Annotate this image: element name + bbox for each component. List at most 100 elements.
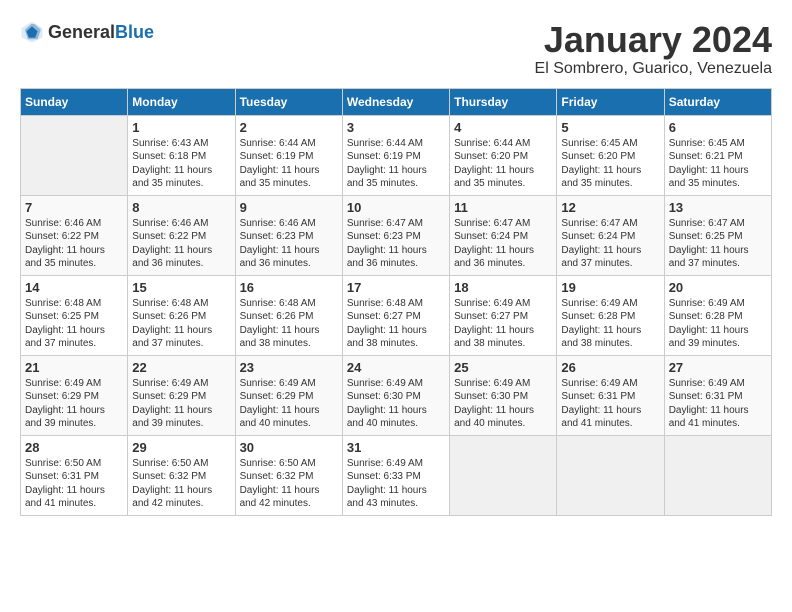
day-number: 29	[132, 440, 230, 455]
weekday-header-wednesday: Wednesday	[342, 88, 449, 115]
weekday-header-saturday: Saturday	[664, 88, 771, 115]
calendar-cell: 22Sunrise: 6:49 AM Sunset: 6:29 PM Dayli…	[128, 355, 235, 435]
calendar-cell: 10 Sunrise: 6:47 AM Sunset: 6:23 PM Dayli…	[342, 195, 449, 275]
day-info: Sunrise: 6:47 AM Sunset: 6:25 PM Dayligh…	[669, 217, 767, 271]
day-number: 25	[454, 360, 552, 375]
day-info: Sunrise: 6:50 AM Sunset: 6:32 PM Dayligh…	[240, 457, 338, 511]
calendar-cell: 16 Sunrise: 6:48 AM Sunset: 6:26 PM Dayli…	[235, 275, 342, 355]
day-info: Sunrise: 6:44 AM Sunset: 6:19 PM Dayligh…	[347, 137, 445, 191]
weekday-header-row: SundayMondayTuesdayWednesdayThursdayFrid…	[21, 88, 772, 115]
day-number: 11	[454, 200, 552, 215]
calendar-cell: 2 Sunrise: 6:44 AM Sunset: 6:19 PM Daylig…	[235, 115, 342, 195]
day-number: 6	[669, 120, 767, 135]
day-number: 30	[240, 440, 338, 455]
day-number: 22	[132, 360, 230, 375]
day-number: 24	[347, 360, 445, 375]
logo-general-text: General	[48, 23, 115, 41]
day-info: Sunrise: 6:48 AM Sunset: 6:26 PM Dayligh…	[132, 297, 230, 351]
day-number: 27	[669, 360, 767, 375]
day-number: 19	[561, 280, 659, 295]
day-number: 3	[347, 120, 445, 135]
day-number: 1	[132, 120, 230, 135]
day-number: 8	[132, 200, 230, 215]
calendar-cell: 29 Sunrise: 6:50 AM Sunset: 6:32 PM Dayli…	[128, 435, 235, 515]
day-info: Sunrise: 6:49 AM Sunset: 6:28 PM Dayligh…	[669, 297, 767, 351]
calendar-cell: 18Sunrise: 6:49 AM Sunset: 6:27 PM Dayli…	[450, 275, 557, 355]
day-number: 31	[347, 440, 445, 455]
day-number: 15	[132, 280, 230, 295]
calendar-cell: 25 Sunrise: 6:49 AM Sunset: 6:30 PM Dayli…	[450, 355, 557, 435]
day-number: 4	[454, 120, 552, 135]
calendar-cell: 3 Sunrise: 6:44 AM Sunset: 6:19 PM Daylig…	[342, 115, 449, 195]
day-info: Sunrise: 6:48 AM Sunset: 6:26 PM Dayligh…	[240, 297, 338, 351]
title-block: January 2024 El Sombrero, Guarico, Venez…	[535, 20, 772, 78]
logo: GeneralBlue	[20, 20, 154, 44]
day-info: Sunrise: 6:48 AM Sunset: 6:25 PM Dayligh…	[25, 297, 123, 351]
day-info: Sunrise: 6:43 AM Sunset: 6:18 PM Dayligh…	[132, 137, 230, 191]
calendar-week-row: 7Sunrise: 6:46 AM Sunset: 6:22 PM Daylig…	[21, 195, 772, 275]
day-number: 21	[25, 360, 123, 375]
calendar-cell	[21, 115, 128, 195]
day-number: 16	[240, 280, 338, 295]
calendar-cell: 1 Sunrise: 6:43 AM Sunset: 6:18 PM Daylig…	[128, 115, 235, 195]
day-info: Sunrise: 6:50 AM Sunset: 6:31 PM Dayligh…	[25, 457, 123, 511]
weekday-header-friday: Friday	[557, 88, 664, 115]
day-number: 10	[347, 200, 445, 215]
calendar-cell: 5Sunrise: 6:45 AM Sunset: 6:20 PM Daylig…	[557, 115, 664, 195]
day-info: Sunrise: 6:47 AM Sunset: 6:24 PM Dayligh…	[561, 217, 659, 271]
logo-blue-text: Blue	[115, 23, 154, 41]
page-header: GeneralBlue January 2024 El Sombrero, Gu…	[20, 20, 772, 78]
day-number: 26	[561, 360, 659, 375]
calendar-cell: 4 Sunrise: 6:44 AM Sunset: 6:20 PM Daylig…	[450, 115, 557, 195]
day-info: Sunrise: 6:49 AM Sunset: 6:31 PM Dayligh…	[561, 377, 659, 431]
calendar-week-row: 21 Sunrise: 6:49 AM Sunset: 6:29 PM Dayli…	[21, 355, 772, 435]
calendar-cell: 30 Sunrise: 6:50 AM Sunset: 6:32 PM Dayli…	[235, 435, 342, 515]
calendar-cell: 27Sunrise: 6:49 AM Sunset: 6:31 PM Dayli…	[664, 355, 771, 435]
calendar-cell: 12 Sunrise: 6:47 AM Sunset: 6:24 PM Dayli…	[557, 195, 664, 275]
calendar-body: 1 Sunrise: 6:43 AM Sunset: 6:18 PM Daylig…	[21, 115, 772, 515]
day-info: Sunrise: 6:44 AM Sunset: 6:19 PM Dayligh…	[240, 137, 338, 191]
day-number: 13	[669, 200, 767, 215]
day-info: Sunrise: 6:45 AM Sunset: 6:20 PM Dayligh…	[561, 137, 659, 191]
calendar-cell: 11 Sunrise: 6:47 AM Sunset: 6:24 PM Dayli…	[450, 195, 557, 275]
day-number: 2	[240, 120, 338, 135]
calendar-cell: 7Sunrise: 6:46 AM Sunset: 6:22 PM Daylig…	[21, 195, 128, 275]
calendar-cell: 24 Sunrise: 6:49 AM Sunset: 6:30 PM Dayli…	[342, 355, 449, 435]
day-info: Sunrise: 6:48 AM Sunset: 6:27 PM Dayligh…	[347, 297, 445, 351]
month-title: January 2024	[535, 20, 772, 60]
day-info: Sunrise: 6:45 AM Sunset: 6:21 PM Dayligh…	[669, 137, 767, 191]
calendar-cell: 21 Sunrise: 6:49 AM Sunset: 6:29 PM Dayli…	[21, 355, 128, 435]
day-info: Sunrise: 6:49 AM Sunset: 6:29 PM Dayligh…	[25, 377, 123, 431]
weekday-header-sunday: Sunday	[21, 88, 128, 115]
day-info: Sunrise: 6:49 AM Sunset: 6:30 PM Dayligh…	[454, 377, 552, 431]
calendar-week-row: 14 Sunrise: 6:48 AM Sunset: 6:25 PM Dayli…	[21, 275, 772, 355]
location-text: El Sombrero, Guarico, Venezuela	[535, 60, 772, 78]
calendar-cell: 20Sunrise: 6:49 AM Sunset: 6:28 PM Dayli…	[664, 275, 771, 355]
calendar-cell: 31Sunrise: 6:49 AM Sunset: 6:33 PM Dayli…	[342, 435, 449, 515]
calendar-cell: 6 Sunrise: 6:45 AM Sunset: 6:21 PM Daylig…	[664, 115, 771, 195]
day-info: Sunrise: 6:50 AM Sunset: 6:32 PM Dayligh…	[132, 457, 230, 511]
day-number: 12	[561, 200, 659, 215]
calendar-header: SundayMondayTuesdayWednesdayThursdayFrid…	[21, 88, 772, 115]
day-info: Sunrise: 6:47 AM Sunset: 6:24 PM Dayligh…	[454, 217, 552, 271]
weekday-header-thursday: Thursday	[450, 88, 557, 115]
day-info: Sunrise: 6:47 AM Sunset: 6:23 PM Dayligh…	[347, 217, 445, 271]
day-info: Sunrise: 6:49 AM Sunset: 6:28 PM Dayligh…	[561, 297, 659, 351]
day-number: 18	[454, 280, 552, 295]
day-number: 9	[240, 200, 338, 215]
calendar-cell: 17 Sunrise: 6:48 AM Sunset: 6:27 PM Dayli…	[342, 275, 449, 355]
calendar-cell	[664, 435, 771, 515]
day-info: Sunrise: 6:49 AM Sunset: 6:30 PM Dayligh…	[347, 377, 445, 431]
weekday-header-monday: Monday	[128, 88, 235, 115]
day-info: Sunrise: 6:46 AM Sunset: 6:22 PM Dayligh…	[132, 217, 230, 271]
weekday-header-tuesday: Tuesday	[235, 88, 342, 115]
day-number: 14	[25, 280, 123, 295]
day-number: 23	[240, 360, 338, 375]
day-number: 17	[347, 280, 445, 295]
calendar-week-row: 28Sunrise: 6:50 AM Sunset: 6:31 PM Dayli…	[21, 435, 772, 515]
day-info: Sunrise: 6:46 AM Sunset: 6:22 PM Dayligh…	[25, 217, 123, 271]
calendar-cell: 26 Sunrise: 6:49 AM Sunset: 6:31 PM Dayli…	[557, 355, 664, 435]
calendar-cell: 8 Sunrise: 6:46 AM Sunset: 6:22 PM Daylig…	[128, 195, 235, 275]
day-info: Sunrise: 6:44 AM Sunset: 6:20 PM Dayligh…	[454, 137, 552, 191]
calendar-cell: 15 Sunrise: 6:48 AM Sunset: 6:26 PM Dayli…	[128, 275, 235, 355]
